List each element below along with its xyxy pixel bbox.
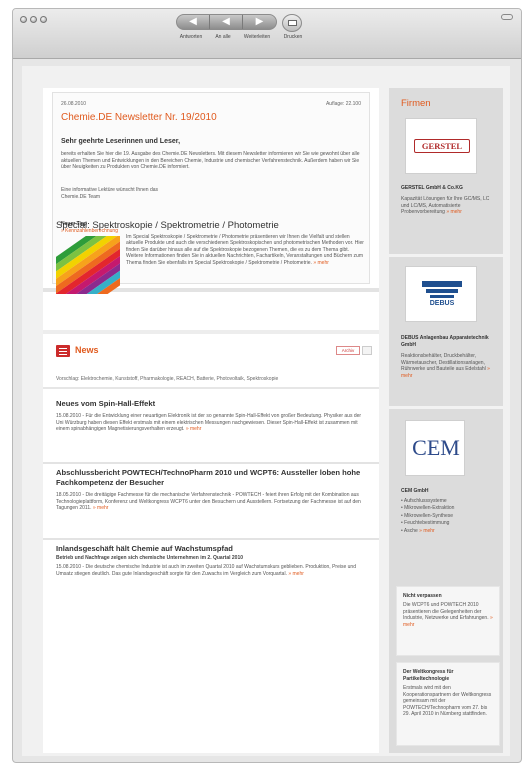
companies-heading: Firmen xyxy=(401,98,431,109)
article-subtitle: Betrieb und Nachfrage zeigen sich chemis… xyxy=(56,555,244,561)
envelope-icon xyxy=(288,20,297,26)
toolbar-toggle-button[interactable] xyxy=(501,14,513,20)
reply-button[interactable]: ◀ xyxy=(177,15,210,29)
article-more-link[interactable]: » mehr xyxy=(186,426,202,432)
article-text: 15.08.2010 - Für die Entwicklung einer n… xyxy=(56,413,366,433)
special-more-link[interactable]: » mehr xyxy=(313,260,329,266)
reply-label: Antworten xyxy=(179,34,203,40)
edition-count: Auflage: 22.100 xyxy=(325,101,361,107)
signature: Eine informative Lektüre wünscht Ihnen d… xyxy=(61,187,158,200)
special-title[interactable]: Special: Spektroskopie / Spektrometrie /… xyxy=(56,220,279,231)
section-divider xyxy=(43,462,379,464)
article-more-link[interactable]: » mehr xyxy=(93,505,109,511)
article-text: 15.08.2010 - Die deutsche chemische Indu… xyxy=(56,564,366,577)
reply-all-label: An alle xyxy=(215,34,231,40)
gerstel-logo-text: GERSTEL xyxy=(414,139,470,153)
sidebar-divider xyxy=(389,406,503,409)
article-title[interactable]: Neues vom Spin-Hall-Effekt xyxy=(56,399,372,409)
list-item: • Feuchtebestimmung xyxy=(401,520,450,527)
list-item-label: • Asche xyxy=(401,527,418,534)
cem-logo-text: CEM xyxy=(412,435,460,460)
list-item: • Mikrowellen-Extraktion xyxy=(401,505,455,512)
article-text: 18.05.2010 - Die dreitägige Fachmesse fü… xyxy=(56,492,366,512)
company-desc: Reaktionsbehälter, Druckbehälter, Wärmet… xyxy=(401,353,499,379)
print-label: Drucken xyxy=(283,34,303,40)
minimize-window-icon[interactable] xyxy=(30,16,37,23)
company-desc: Kapazität Lösungen für Ihre GC/MS, LC un… xyxy=(401,196,499,216)
section-divider xyxy=(43,387,379,389)
toolbar-labels: Antworten An alle Weiterleiten Drucken xyxy=(174,34,307,40)
company-name[interactable]: CEM GmbH xyxy=(401,488,501,495)
article-body: 15.08.2010 - Für die Entwicklung einer n… xyxy=(56,413,362,432)
greeting: Sehr geehrte Leserinnen und Leser, xyxy=(61,138,181,145)
company-more-link[interactable]: » mehr xyxy=(419,528,435,534)
article-more-link[interactable]: » mehr xyxy=(288,571,304,577)
sidebar-divider xyxy=(389,254,503,257)
news-tags[interactable]: Vorschlag: Elektrochemie, Kunststoff, Ph… xyxy=(56,376,372,382)
info-box-text: Die WCPT6 und POWTECH 2010 präsentieren … xyxy=(403,602,495,628)
reply-all-button[interactable]: ◀ xyxy=(210,15,243,29)
article-title[interactable]: Inlandsgeschäft hält Chemie auf Wachstum… xyxy=(56,544,372,554)
news-rss-button[interactable] xyxy=(362,346,372,355)
close-window-icon[interactable] xyxy=(20,16,27,23)
section-divider xyxy=(43,538,379,540)
mail-toolbar: ◀ ◀ ▶ xyxy=(176,14,302,32)
company-name[interactable]: GERSTEL GmbH & Co.KG xyxy=(401,185,501,192)
list-item: • Mikrowellen-Synthese xyxy=(401,512,454,519)
list-item: • Asche » mehr xyxy=(401,528,499,535)
company-more-link[interactable]: » mehr xyxy=(446,209,462,215)
issue-date: 26.08.2010 xyxy=(61,101,87,107)
gerstel-logo[interactable]: GERSTEL xyxy=(405,118,477,174)
debus-logo-text: DEBUS xyxy=(429,300,455,307)
company-desc-text: Reaktionsbehälter, Druckbehälter, Wärmet… xyxy=(401,353,486,372)
debus-emblem-icon xyxy=(422,281,462,298)
forward-label: Weiterleiten xyxy=(243,34,271,40)
article-title[interactable]: Abschlussbericht POWTECH/TechnoPharm 201… xyxy=(56,468,372,488)
special-image[interactable] xyxy=(56,236,120,294)
special-text: Im Special Spektroskopie / Spektrometrie… xyxy=(126,234,366,266)
forward-button[interactable]: ▶ xyxy=(243,15,276,29)
sidebar-info-box: Nicht verpassen Die WCPT6 und POWTECH 20… xyxy=(396,586,500,656)
company-name[interactable]: DEBUS Anlagenbau Apparatetechnik GmbH xyxy=(401,335,501,348)
newspaper-icon xyxy=(56,345,70,357)
newsletter-main-column: 26.08.2010 Auflage: 22.100 Chemie.DE New… xyxy=(43,88,379,753)
zoom-window-icon[interactable] xyxy=(40,16,47,23)
info-box-title: Nicht verpassen xyxy=(403,593,442,599)
debus-logo[interactable]: DEBUS xyxy=(405,266,477,322)
window-controls xyxy=(20,16,47,23)
news-label: News xyxy=(75,345,99,355)
info-box-title: Der Weltkongress für Partikeltechnologie xyxy=(403,669,454,682)
sidebar-info-box: Der Weltkongress für Partikeltechnologie… xyxy=(396,662,500,746)
print-button[interactable] xyxy=(282,14,302,32)
info-box-body: Die WCPT6 und POWTECH 2010 präsentieren … xyxy=(403,602,489,621)
cem-logo[interactable]: CEM xyxy=(405,420,465,476)
newsletter-meta: 26.08.2010 Auflage: 22.100 xyxy=(61,101,361,107)
newsletter-title: Chemie.DE Newsletter Nr. 19/2010 xyxy=(61,112,217,123)
news-header: News Archiv xyxy=(56,344,372,358)
signature-line-1: Eine informative Lektüre wünscht Ihnen d… xyxy=(61,187,158,193)
section-divider xyxy=(43,330,379,334)
news-archive-button[interactable]: Archiv xyxy=(336,346,360,355)
reply-button-group: ◀ ◀ ▶ xyxy=(176,14,277,30)
article-body: 15.08.2010 - Die deutsche chemische Indu… xyxy=(56,564,356,577)
intro-text: bereits erhalten Sie hier die 19. Ausgab… xyxy=(61,151,360,171)
list-item: • Aufschlusssysteme xyxy=(401,498,447,504)
company-product-list: • Aufschlusssysteme • Mikrowellen-Extrak… xyxy=(401,498,499,535)
info-box-text: Erstmals wird mit den Kooperationspartne… xyxy=(403,685,492,717)
signature-line-2: Chemie.DE Team xyxy=(61,193,101,200)
